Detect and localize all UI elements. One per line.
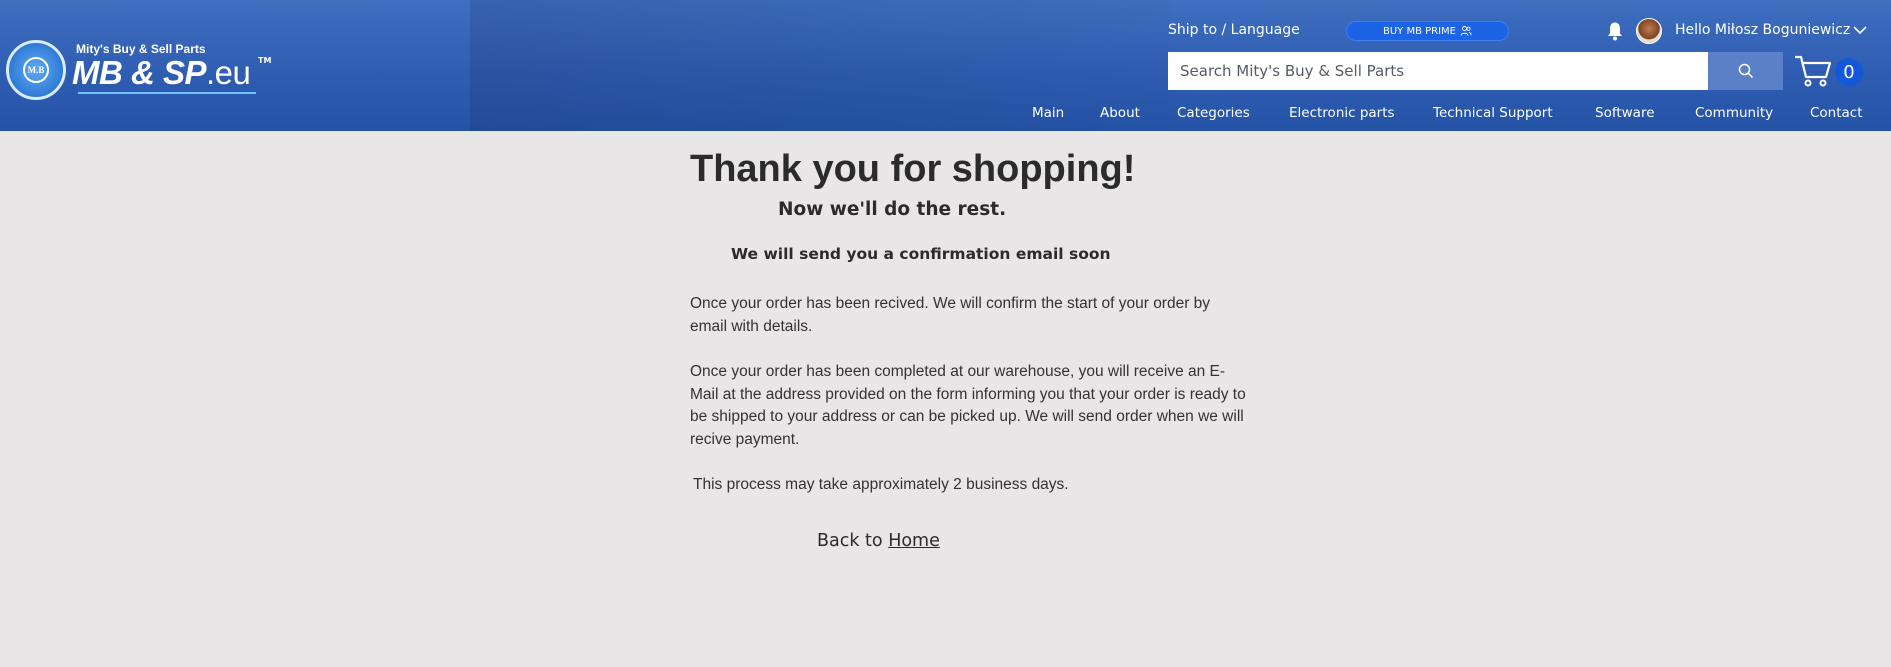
logo-badge-text: M.B <box>23 57 49 83</box>
logo-wordmark-main: MB & SP <box>72 54 207 91</box>
nav-item-about[interactable]: About <box>1100 105 1140 121</box>
processing-time-paragraph: This process may take approximately 2 bu… <box>693 476 1069 493</box>
nav-item-main[interactable]: Main <box>1032 105 1064 121</box>
site-logo[interactable]: M.B Mity's Buy & Sell Parts MB & SP.eu T… <box>6 38 271 102</box>
page-subtitle: Now we'll do the rest. <box>778 199 1007 220</box>
shopping-cart-icon[interactable] <box>1793 52 1833 88</box>
order-received-paragraph: Once your order has been recived. We wil… <box>690 295 1211 335</box>
users-icon <box>1460 26 1472 36</box>
search-input[interactable] <box>1168 52 1708 90</box>
search-icon <box>1738 63 1753 79</box>
notifications-bell-icon[interactable] <box>1606 21 1624 41</box>
logo-underline <box>78 92 256 94</box>
order-completed-paragraph: Once your order has been completed at ou… <box>690 363 1246 448</box>
back-to-prefix: Back to <box>817 531 889 551</box>
confirmation-heading: We will send you a confirmation email so… <box>731 245 1111 263</box>
cart-count-badge[interactable]: 0 <box>1835 58 1863 86</box>
ship-to-language-link[interactable]: Ship to / Language <box>1168 22 1300 38</box>
back-to-home: Back to Home <box>817 531 940 551</box>
main-navigation: Main About Categories Electronic parts T… <box>0 105 1891 125</box>
buy-prime-label: BUY MB PRIME <box>1382 25 1456 37</box>
logo-trademark: TM <box>258 56 272 65</box>
nav-item-electronic-parts[interactable]: Electronic parts <box>1289 105 1395 121</box>
page-title: Thank you for shopping! <box>690 148 1136 190</box>
user-greeting[interactable]: Hello Miłosz Boguniewicz <box>1675 22 1850 38</box>
nav-item-technical-support[interactable]: Technical Support <box>1433 105 1553 121</box>
nav-item-software[interactable]: Software <box>1595 105 1655 121</box>
search-button[interactable] <box>1708 52 1783 90</box>
site-header: M.B Mity's Buy & Sell Parts MB & SP.eu T… <box>0 0 1891 131</box>
logo-wordmark-suffix: .eu <box>206 54 251 91</box>
nav-item-categories[interactable]: Categories <box>1177 105 1250 121</box>
chevron-down-icon[interactable] <box>1852 24 1868 36</box>
home-link[interactable]: Home <box>888 531 940 551</box>
buy-prime-button[interactable]: BUY MB PRIME <box>1346 21 1509 41</box>
logo-wordmark: MB & SP.eu <box>72 54 251 92</box>
nav-item-contact[interactable]: Contact <box>1810 105 1863 121</box>
nav-item-community[interactable]: Community <box>1695 105 1773 121</box>
user-avatar[interactable] <box>1636 18 1662 44</box>
logo-badge-icon: M.B <box>6 40 66 100</box>
